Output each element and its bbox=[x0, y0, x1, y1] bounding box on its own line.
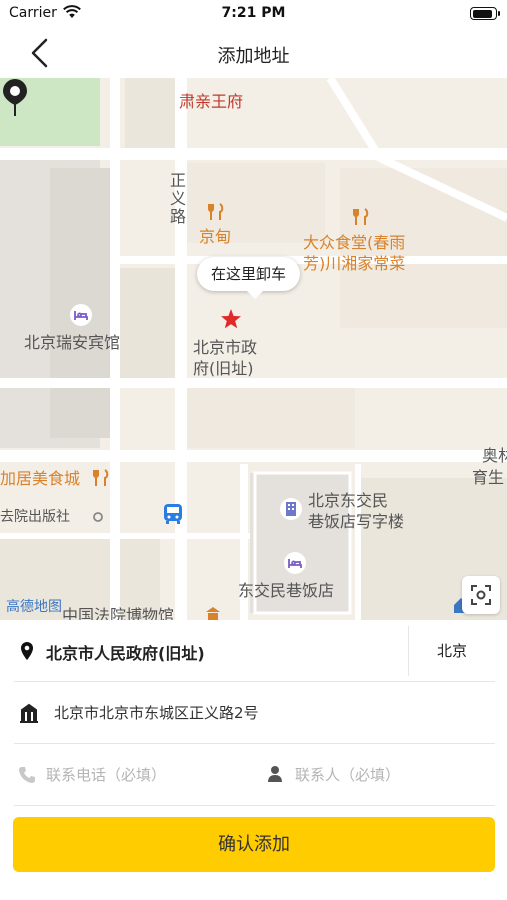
map-label-dongjiao-hotel[interactable]: 东交民巷饭店 bbox=[238, 581, 334, 601]
person-icon bbox=[268, 766, 282, 782]
map-provider-logo: 高德地图 bbox=[6, 599, 62, 615]
bus-stop-icon[interactable] bbox=[162, 502, 184, 526]
contact-name-input[interactable] bbox=[295, 756, 495, 794]
status-bar: Carrier 7:21 PM bbox=[0, 0, 507, 28]
map-view[interactable]: 肃亲王府 正义路 京甸 大众食堂(春雨 芳)川湘家常菜 北京瑞安宾馆 北京市政 … bbox=[0, 78, 507, 620]
map-label-court-museum[interactable]: 中国法院博物馆 bbox=[62, 606, 174, 620]
address-row: 北京市北京市东城区正义路2号 bbox=[14, 682, 495, 744]
map-label-dazhong-canteen-line1[interactable]: 大众食堂(春雨 bbox=[303, 233, 405, 253]
selected-place-name[interactable]: 北京市人民政府(旧址) bbox=[46, 640, 205, 664]
restaurant-icon[interactable] bbox=[207, 202, 225, 222]
phone-icon bbox=[19, 767, 35, 783]
star-icon bbox=[221, 309, 241, 329]
battery-icon bbox=[470, 7, 500, 20]
map-label-zhengyi-road: 正义路 bbox=[167, 172, 186, 226]
map-label-jingdian[interactable]: 京甸 bbox=[199, 227, 231, 247]
map-label-press[interactable]: 去院出版社 bbox=[0, 507, 70, 527]
location-pin-icon bbox=[21, 642, 33, 660]
map-label-beijing-gov-line2[interactable]: 府(旧址) bbox=[193, 359, 254, 379]
hotel-icon[interactable] bbox=[284, 552, 306, 574]
locate-button[interactable] bbox=[462, 576, 500, 614]
map-label-dongjiao-office-line1[interactable]: 北京东交民 bbox=[308, 491, 388, 511]
phone-input[interactable] bbox=[46, 756, 256, 794]
restaurant-icon[interactable] bbox=[352, 207, 370, 227]
hotel-icon[interactable] bbox=[70, 304, 92, 326]
map-label-dazhong-canteen-line2[interactable]: 芳)川湘家常菜 bbox=[303, 254, 405, 274]
restaurant-icon[interactable] bbox=[92, 468, 110, 488]
map-label-beijing-gov-line1[interactable]: 北京市政 bbox=[193, 338, 257, 358]
city-selector[interactable]: 北京 bbox=[409, 620, 495, 682]
page-title: 添加地址 bbox=[217, 46, 290, 67]
map-label-dongjiao-office-line2[interactable]: 巷饭店写字楼 bbox=[308, 512, 404, 532]
locate-icon bbox=[471, 585, 491, 605]
map-label-aoyu-line2[interactable]: 育生 bbox=[472, 468, 504, 488]
museum-icon[interactable] bbox=[204, 606, 222, 620]
unload-here-bubble: 在这里卸车 bbox=[197, 257, 301, 299]
nav-bar: 添加地址 bbox=[0, 28, 507, 78]
confirm-add-button[interactable]: 确认添加 bbox=[13, 817, 495, 872]
contact-row bbox=[14, 744, 495, 806]
map-label-aoyu-line1[interactable]: 奥林 bbox=[482, 446, 507, 466]
clock: 7:21 PM bbox=[221, 5, 286, 21]
place-row: 北京市人民政府(旧址) 北京 bbox=[14, 620, 495, 682]
address-form: 北京市人民政府(旧址) 北京 北京市北京市东城区正义路2号 确认添加 bbox=[0, 620, 507, 900]
map-label-su-prince-mansion[interactable]: 肃亲王府 bbox=[179, 92, 243, 112]
battery-level bbox=[472, 9, 493, 18]
map-label-meishicheng[interactable]: 加居美食城 bbox=[0, 469, 80, 489]
building-icon bbox=[20, 703, 38, 723]
address-detail[interactable]: 北京市北京市东城区正义路2号 bbox=[54, 702, 259, 723]
dot-icon bbox=[93, 512, 103, 522]
map-pin-icon[interactable] bbox=[0, 78, 30, 118]
office-building-icon[interactable] bbox=[280, 498, 302, 520]
map-label-ruian-hotel[interactable]: 北京瑞安宾馆 bbox=[24, 333, 120, 353]
